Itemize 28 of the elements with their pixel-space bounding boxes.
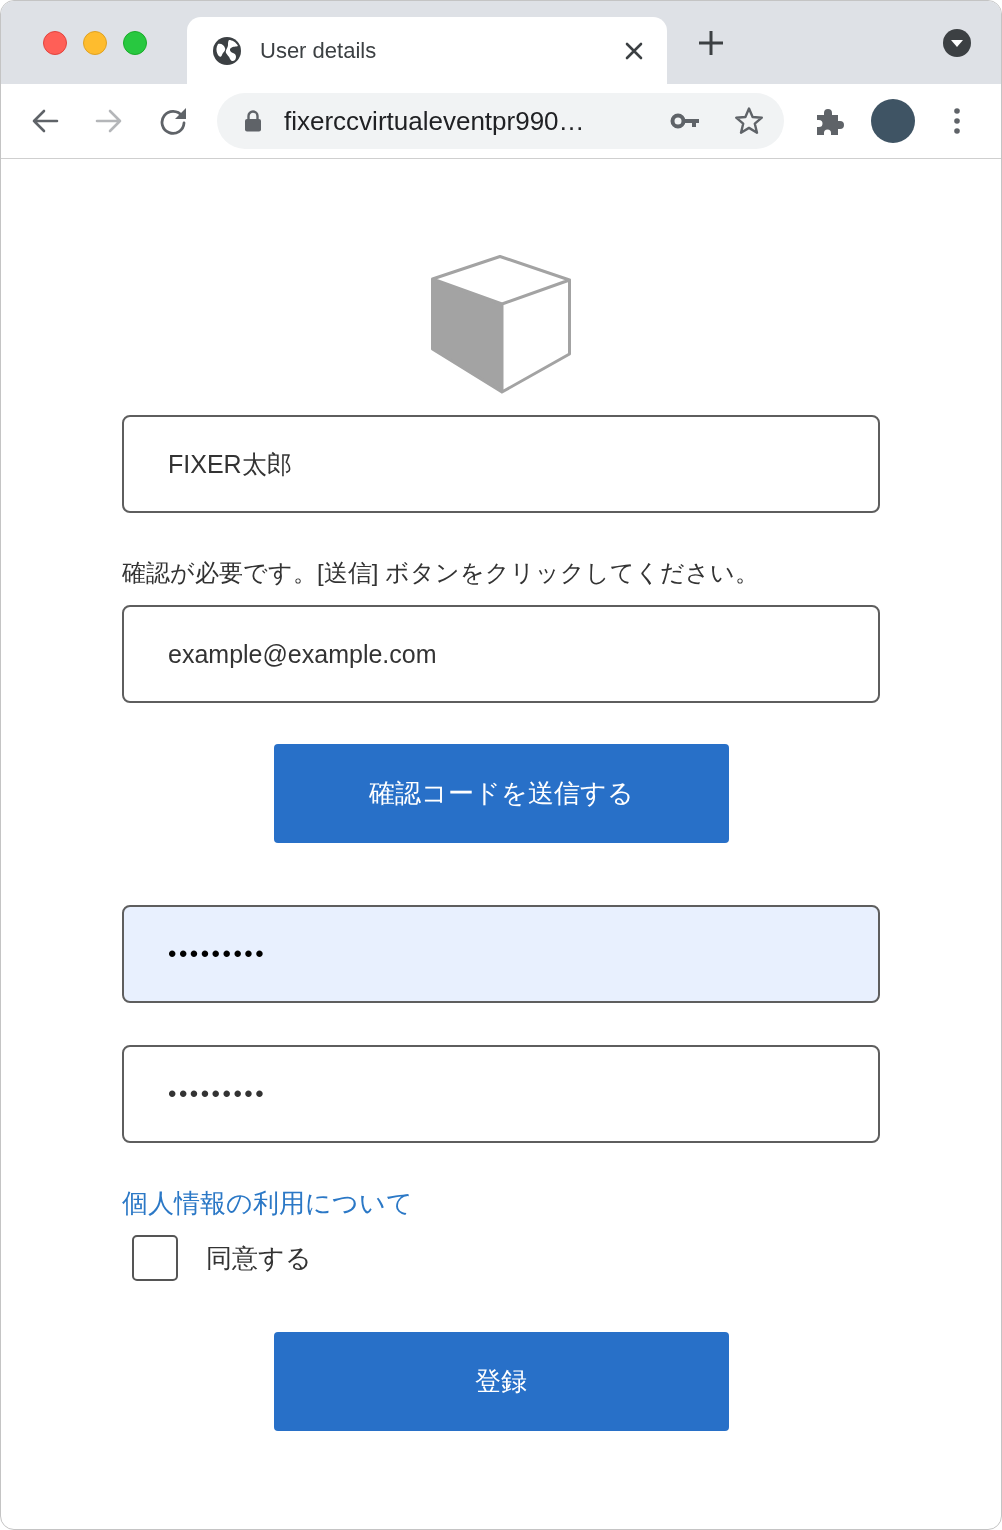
agree-label: 同意する: [206, 1241, 312, 1275]
name-field[interactable]: FIXER太郎: [122, 415, 880, 513]
back-icon[interactable]: [31, 107, 59, 135]
register-button[interactable]: 登録: [273, 1332, 729, 1431]
menu-icon[interactable]: [954, 107, 960, 135]
key-icon[interactable]: [670, 113, 700, 129]
close-window-icon[interactable]: [43, 30, 67, 55]
password-field[interactable]: •••••••••: [122, 905, 880, 1003]
browser-tab[interactable]: User details: [187, 17, 667, 84]
confirm-password-field[interactable]: •••••••••: [122, 1045, 880, 1143]
send-code-button[interactable]: 確認コードを送信する: [273, 744, 729, 843]
privacy-link[interactable]: 個人情報の利用について: [122, 1185, 413, 1221]
url-text: fixerccvirtualeventpr990…: [284, 105, 586, 137]
dropdown-icon[interactable]: [943, 28, 971, 57]
lock-icon: [244, 110, 262, 132]
avatar-icon[interactable]: [871, 99, 915, 143]
tab-title: User details: [260, 37, 378, 64]
puzzle-icon[interactable]: [815, 106, 845, 136]
reload-icon[interactable]: [159, 107, 187, 135]
plus-icon[interactable]: [698, 29, 724, 56]
cube-icon: [431, 255, 571, 395]
email-field[interactable]: example@example.com: [122, 605, 880, 703]
agree-checkbox[interactable]: [132, 1235, 178, 1281]
close-tab-icon[interactable]: [625, 41, 643, 60]
star-icon[interactable]: [734, 106, 764, 136]
globe-icon: [213, 36, 241, 65]
instruction-text: 確認が必要です。[送信] ボタンをクリックしてください。: [122, 558, 760, 588]
address-bar[interactable]: fixerccvirtualeventpr990…: [217, 93, 784, 149]
